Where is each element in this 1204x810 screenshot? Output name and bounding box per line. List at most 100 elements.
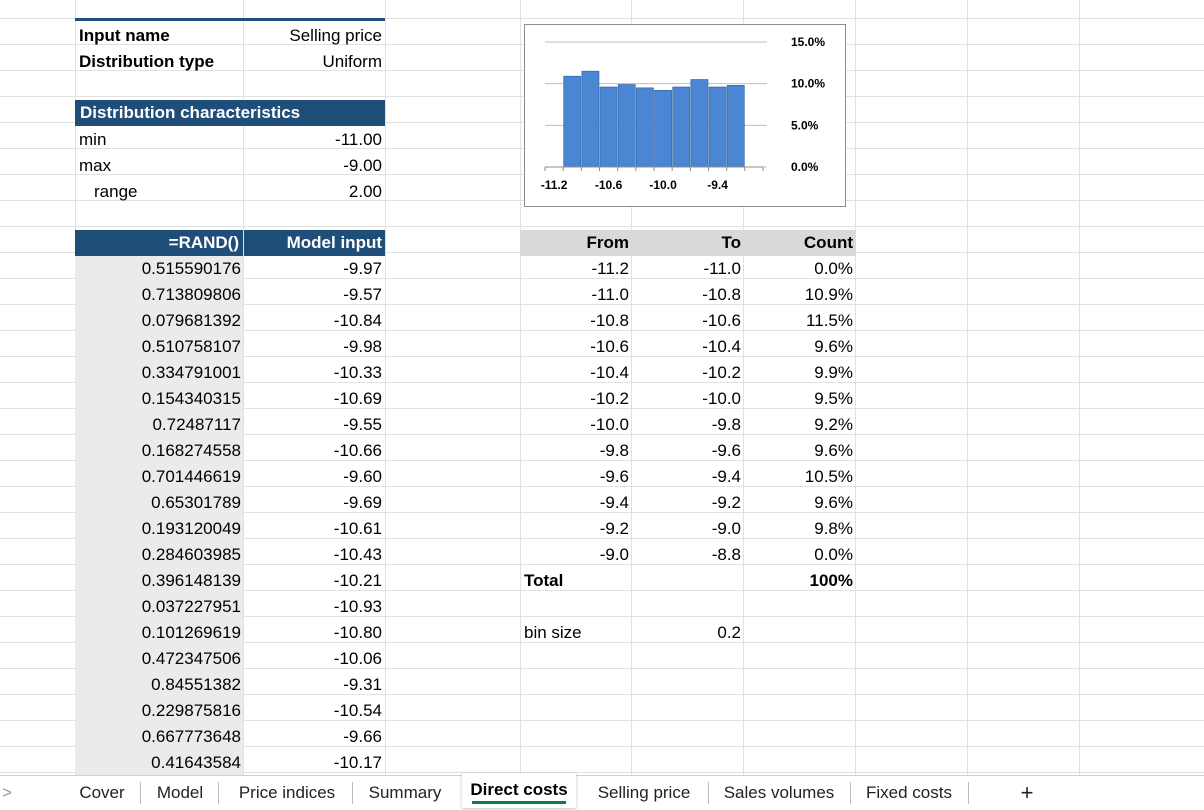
bin-count-cell[interactable]: 9.5%	[744, 386, 853, 412]
sheet-tab-selling-price[interactable]: Selling price	[580, 776, 708, 808]
sheet-tab-model[interactable]: Model	[142, 776, 218, 808]
bin-to-cell[interactable]: -9.0	[632, 516, 741, 542]
bin-count-cell[interactable]: 9.9%	[744, 360, 853, 386]
rand-value-cell[interactable]: 0.101269619	[75, 620, 241, 646]
model-input-cell[interactable]: -10.33	[244, 360, 382, 386]
bin-count-cell[interactable]: 10.9%	[744, 282, 853, 308]
bin-to-cell[interactable]: -9.4	[632, 464, 741, 490]
bin-to-cell[interactable]: -10.4	[632, 334, 741, 360]
sheet-tab-summary[interactable]: Summary	[352, 776, 458, 808]
rand-value-cell[interactable]: 0.515590176	[75, 256, 241, 282]
rand-value-cell[interactable]: 0.334791001	[75, 360, 241, 386]
model-input-cell[interactable]: -9.60	[244, 464, 382, 490]
bin-count-cell[interactable]: 11.5%	[744, 308, 853, 334]
model-input-cell[interactable]: -9.66	[244, 724, 382, 750]
sheet-tab-cover[interactable]: Cover	[64, 776, 140, 808]
model-input-cell[interactable]: -10.84	[244, 308, 382, 334]
rand-value-cell[interactable]: 0.510758107	[75, 334, 241, 360]
bin-to-cell[interactable]: -9.8	[632, 412, 741, 438]
model-input-cell[interactable]: -10.80	[244, 620, 382, 646]
range-value[interactable]: 2.00	[244, 179, 382, 205]
model-input-cell[interactable]: -10.66	[244, 438, 382, 464]
model-input-cell[interactable]: -10.93	[244, 594, 382, 620]
max-value[interactable]: -9.00	[244, 153, 382, 179]
model-input-cell[interactable]: -10.43	[244, 542, 382, 568]
add-sheet-button[interactable]: +	[1012, 776, 1042, 808]
model-input-cell[interactable]: -10.17	[244, 750, 382, 776]
rand-value-cell[interactable]: 0.284603985	[75, 542, 241, 568]
bin-from-cell[interactable]: -9.2	[520, 516, 629, 542]
model-input-cell[interactable]: -9.97	[244, 256, 382, 282]
bin-from-cell[interactable]: -9.6	[520, 464, 629, 490]
min-value[interactable]: -11.00	[244, 127, 382, 153]
bin-from-cell[interactable]: -10.6	[520, 334, 629, 360]
rand-value-cell[interactable]: 0.193120049	[75, 516, 241, 542]
model-input-cell[interactable]: -10.69	[244, 386, 382, 412]
rand-value-cell[interactable]: 0.396148139	[75, 568, 241, 594]
rand-value-cell[interactable]: 0.168274558	[75, 438, 241, 464]
bin-to-cell[interactable]: -8.8	[632, 542, 741, 568]
rand-value-cell[interactable]: 0.72487117	[75, 412, 241, 438]
model-input-cell[interactable]: -10.54	[244, 698, 382, 724]
sheet-tab-sales-volumes[interactable]: Sales volumes	[708, 776, 850, 808]
scroll-tabs-icon[interactable]: >	[0, 776, 14, 808]
bin-from-cell[interactable]: -9.8	[520, 438, 629, 464]
histogram-chart[interactable]: 15.0% 10.0% 5.0% 0.0% -11.2 -10.6 -10.0 -9.4	[524, 24, 846, 207]
rand-value-cell[interactable]: 0.713809806	[75, 282, 241, 308]
input-name-value[interactable]: Selling price	[244, 23, 382, 49]
rand-value-cell[interactable]: 0.472347506	[75, 646, 241, 672]
histogram-bar[interactable]	[708, 86, 727, 168]
bin-to-cell[interactable]: -10.0	[632, 386, 741, 412]
bin-size-value[interactable]: 0.2	[632, 620, 741, 646]
bin-from-cell[interactable]: -10.0	[520, 412, 629, 438]
model-input-cell[interactable]: -10.61	[244, 516, 382, 542]
distribution-type-value[interactable]: Uniform	[244, 49, 382, 75]
bin-from-cell[interactable]: -9.0	[520, 542, 629, 568]
bin-to-cell[interactable]: -10.8	[632, 282, 741, 308]
sheet-tab-price-indices[interactable]: Price indices	[222, 776, 352, 808]
bin-from-cell[interactable]: -9.4	[520, 490, 629, 516]
bin-from-cell[interactable]: -10.8	[520, 308, 629, 334]
bin-to-cell[interactable]: -9.2	[632, 490, 741, 516]
histogram-bar[interactable]	[690, 79, 709, 168]
histogram-bar[interactable]	[672, 86, 691, 168]
rand-value-cell[interactable]: 0.701446619	[75, 464, 241, 490]
rand-value-cell[interactable]: 0.84551382	[75, 672, 241, 698]
bin-to-cell[interactable]: -9.6	[632, 438, 741, 464]
model-input-cell[interactable]: -10.06	[244, 646, 382, 672]
model-input-cell[interactable]: -10.21	[244, 568, 382, 594]
bin-count-cell[interactable]: 0.0%	[744, 542, 853, 568]
model-input-cell[interactable]: -9.31	[244, 672, 382, 698]
histogram-bar[interactable]	[636, 87, 654, 168]
model-input-cell[interactable]: -9.98	[244, 334, 382, 360]
bin-to-cell[interactable]: -10.6	[632, 308, 741, 334]
bin-to-cell[interactable]: -10.2	[632, 360, 741, 386]
rand-value-cell[interactable]: 0.079681392	[75, 308, 241, 334]
bin-from-cell[interactable]: -10.2	[520, 386, 629, 412]
bin-count-cell[interactable]: 0.0%	[744, 256, 853, 282]
sheet-tab-fixed-costs[interactable]: Fixed costs	[850, 776, 968, 808]
bin-count-cell[interactable]: 9.6%	[744, 490, 853, 516]
model-input-cell[interactable]: -9.69	[244, 490, 382, 516]
rand-value-cell[interactable]: 0.667773648	[75, 724, 241, 750]
bin-count-cell[interactable]: 9.6%	[744, 334, 853, 360]
bin-from-cell[interactable]: -10.4	[520, 360, 629, 386]
bin-from-cell[interactable]: -11.0	[520, 282, 630, 308]
histogram-bar[interactable]	[563, 75, 582, 168]
histogram-bar[interactable]	[599, 86, 618, 168]
histogram-bar[interactable]	[654, 90, 672, 168]
bin-count-cell[interactable]: 10.5%	[744, 464, 853, 490]
bin-count-cell[interactable]: 9.6%	[744, 438, 853, 464]
rand-value-cell[interactable]: 0.229875816	[75, 698, 241, 724]
bin-to-cell[interactable]: -11.0	[632, 256, 742, 282]
histogram-bar[interactable]	[581, 70, 600, 168]
bin-from-cell[interactable]: -11.2	[520, 256, 630, 282]
rand-value-cell[interactable]: 0.41643584	[75, 750, 241, 776]
histogram-bar[interactable]	[726, 85, 745, 168]
bin-count-cell[interactable]: 9.8%	[744, 516, 853, 542]
total-value[interactable]: 100%	[744, 568, 853, 594]
histogram-bar[interactable]	[617, 84, 636, 168]
model-input-cell[interactable]: -9.57	[244, 282, 382, 308]
rand-value-cell[interactable]: 0.65301789	[75, 490, 241, 516]
rand-value-cell[interactable]: 0.037227951	[75, 594, 241, 620]
